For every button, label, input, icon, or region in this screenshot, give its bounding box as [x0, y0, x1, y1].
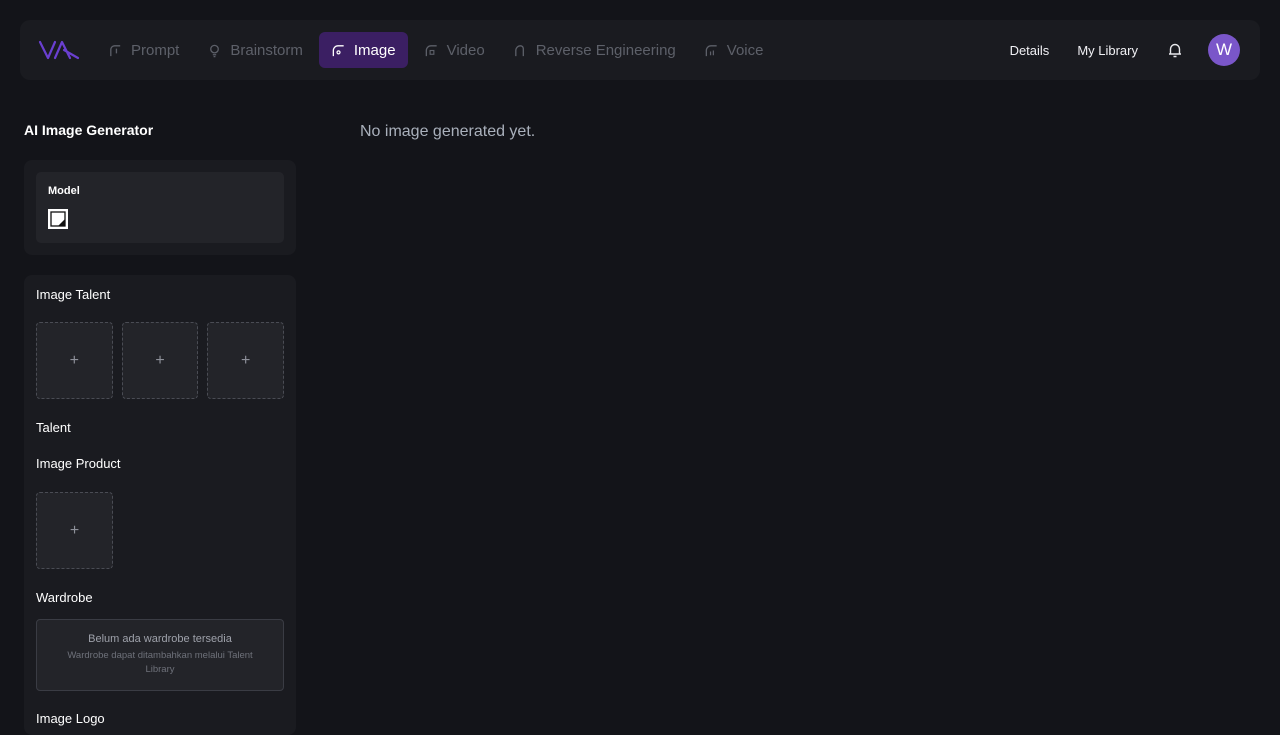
- model-card: Model: [24, 160, 296, 255]
- user-avatar[interactable]: W: [1208, 34, 1240, 66]
- talent-label: Talent: [36, 420, 71, 435]
- image-product-label: Image Product: [36, 456, 121, 471]
- logo-icon: [38, 40, 80, 60]
- reverse-icon: [514, 44, 524, 56]
- model-label: Model: [48, 185, 80, 197]
- tab-prompt-label: Prompt: [131, 41, 180, 59]
- tab-brainstorm-label: Brainstorm: [230, 41, 303, 59]
- model-selector[interactable]: Model: [36, 172, 284, 243]
- tab-voice[interactable]: Voice: [692, 32, 776, 68]
- details-link[interactable]: Details: [1010, 43, 1050, 58]
- empty-result-message: No image generated yet.: [360, 123, 536, 140]
- main-tabs: Prompt Brainstorm Image Video Reverse En…: [96, 32, 775, 68]
- broken-image-icon: [48, 209, 68, 229]
- topbar-actions: Details My Library W: [982, 34, 1240, 66]
- notification-bell-icon[interactable]: [1166, 41, 1184, 59]
- tab-reverse-engineering-label: Reverse Engineering: [535, 41, 676, 59]
- tab-image[interactable]: Image: [318, 32, 408, 68]
- talent-upload-slot-3[interactable]: +: [207, 322, 285, 399]
- tab-prompt[interactable]: Prompt: [96, 32, 191, 68]
- page-title: AI Image Generator: [24, 122, 154, 138]
- wardrobe-empty-state: Belum ada wardrobe tersedia Wardrobe dap…: [36, 619, 284, 691]
- product-upload-slot[interactable]: +: [36, 492, 113, 569]
- prompt-icon: [110, 44, 121, 56]
- tab-brainstorm[interactable]: Brainstorm: [195, 32, 315, 68]
- tab-image-label: Image: [353, 41, 396, 59]
- app-logo[interactable]: [38, 38, 82, 62]
- image-talent-slots: + + +: [36, 322, 285, 399]
- image-talent-label: Image Talent: [36, 287, 111, 302]
- image-logo-label: Image Logo: [36, 711, 105, 726]
- image-icon: [332, 44, 344, 56]
- inputs-panel: Image Talent + + + Talent Image Product …: [24, 275, 296, 735]
- video-icon: [425, 44, 437, 56]
- image-product-slots: +: [36, 492, 284, 569]
- talent-upload-slot-2[interactable]: +: [121, 322, 199, 399]
- wardrobe-label: Wardrobe: [36, 590, 93, 605]
- tab-video-label: Video: [446, 41, 485, 59]
- generator-sidebar: AI Image Generator Model Image Talent + …: [24, 122, 296, 735]
- bulb-icon: [210, 44, 220, 57]
- wardrobe-empty-subtitle: Wardrobe dapat ditambahkan melalui Talen…: [67, 650, 253, 675]
- tab-reverse-engineering[interactable]: Reverse Engineering: [501, 32, 688, 68]
- tab-video[interactable]: Video: [412, 32, 497, 68]
- wardrobe-empty-title: Belum ada wardrobe tersedia: [88, 633, 232, 645]
- tab-voice-label: Voice: [726, 41, 764, 59]
- voice-icon: [705, 44, 717, 56]
- top-navbar: Prompt Brainstorm Image Video Reverse En…: [20, 20, 1260, 80]
- talent-upload-slot-1[interactable]: +: [36, 322, 113, 399]
- my-library-link[interactable]: My Library: [1077, 43, 1138, 58]
